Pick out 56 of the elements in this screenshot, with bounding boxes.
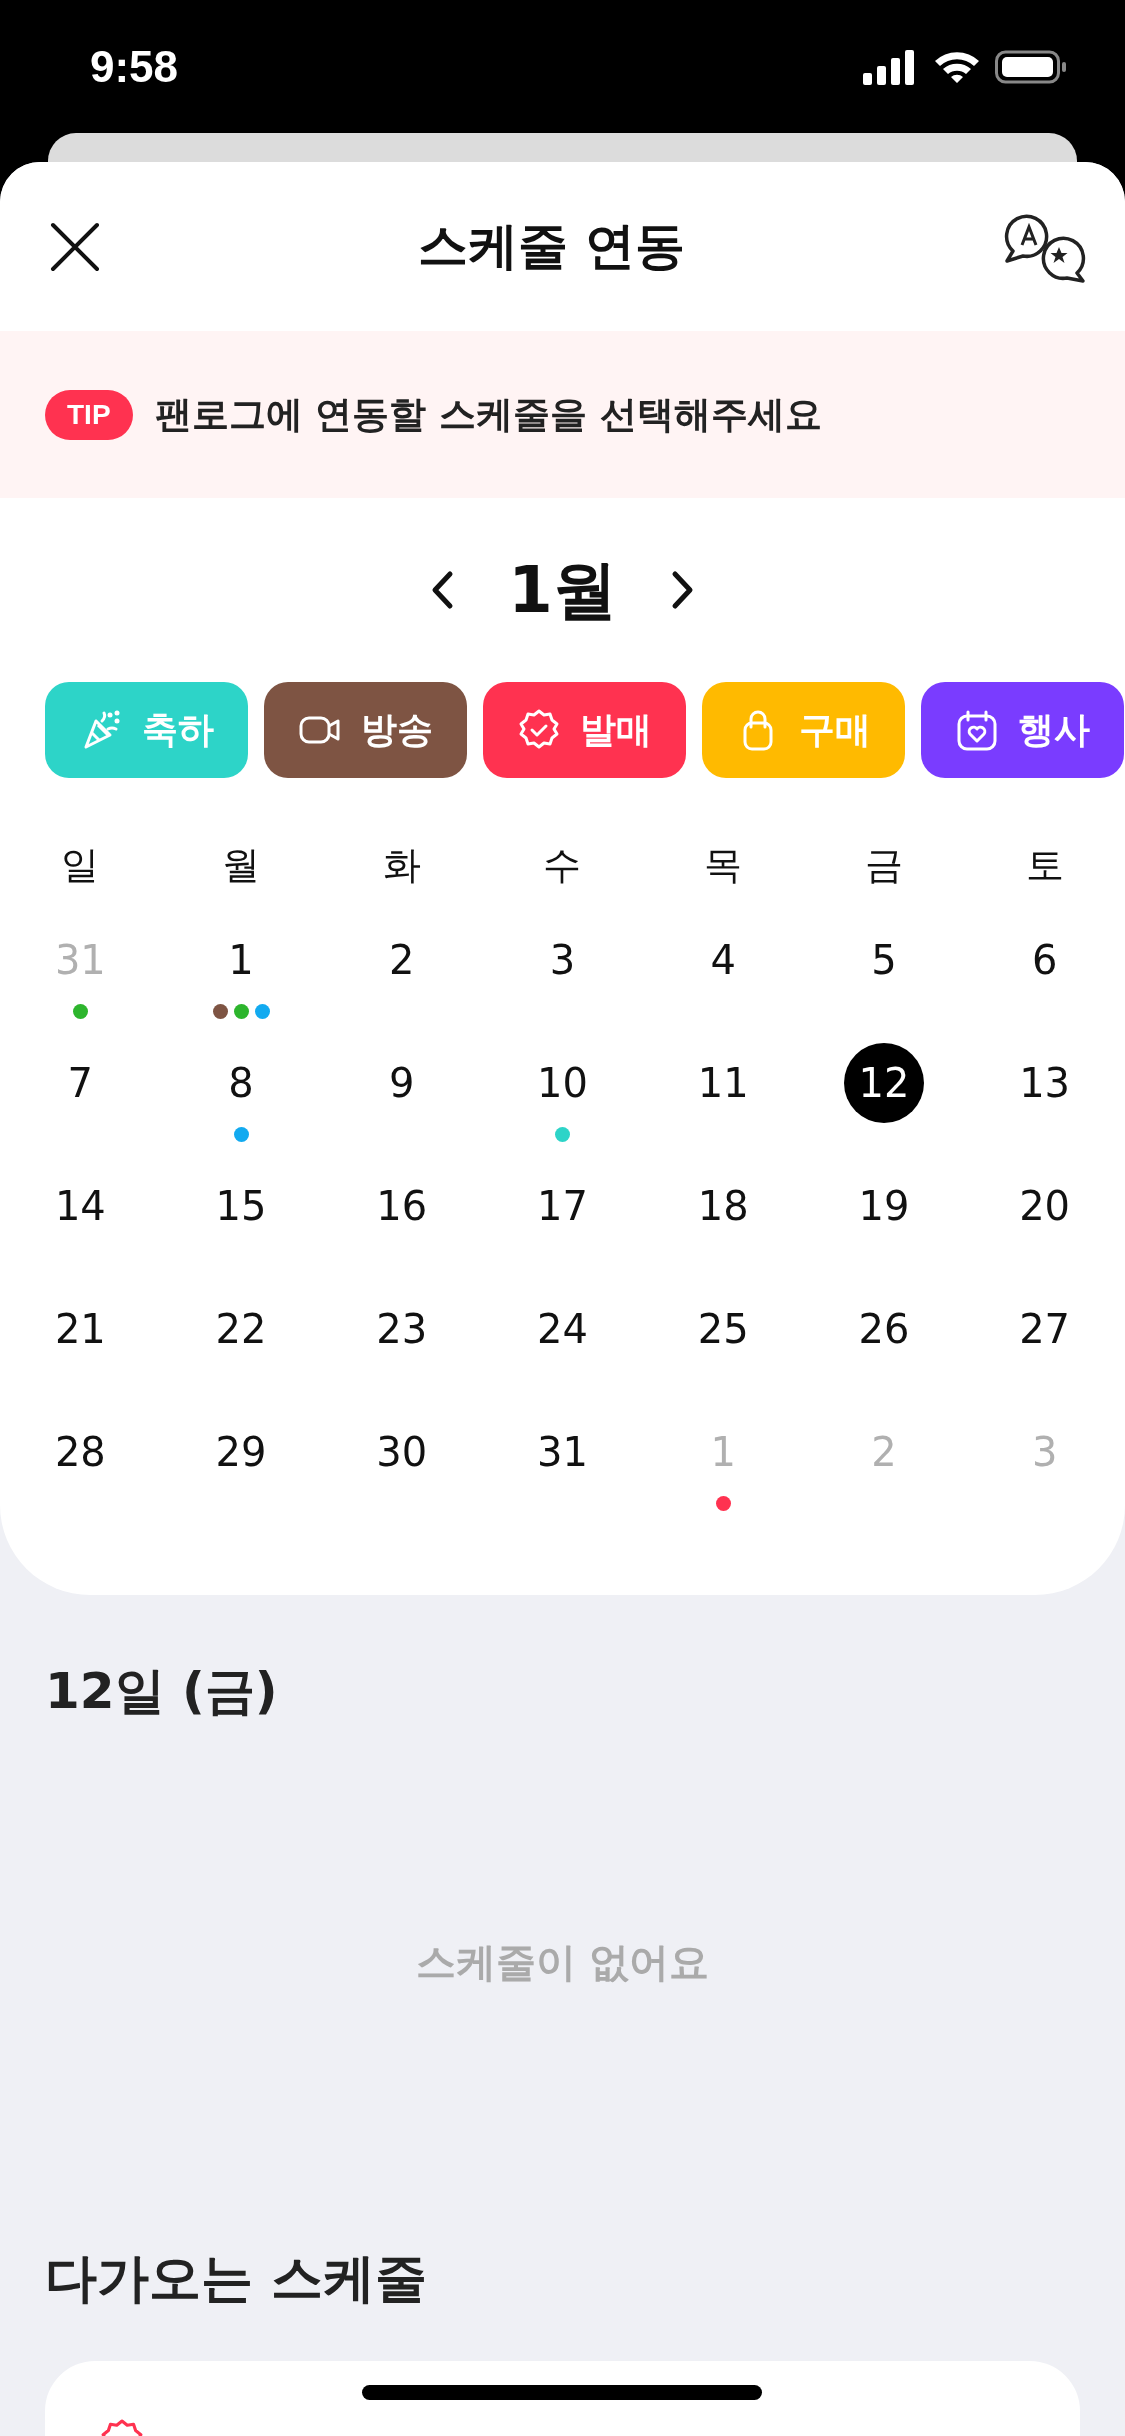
- date-number[interactable]: 23: [361, 1289, 442, 1369]
- date-number[interactable]: 14: [40, 1166, 121, 1246]
- calendar-heart-icon: [955, 709, 998, 751]
- date-number[interactable]: 11: [683, 1043, 764, 1123]
- date-number[interactable]: 3: [522, 920, 603, 1000]
- date-number[interactable]: 1: [201, 920, 282, 1000]
- tip-badge: TIP: [45, 389, 133, 440]
- date-number[interactable]: 31: [522, 1412, 603, 1492]
- battery-icon: [995, 48, 1067, 85]
- close-icon: [50, 221, 100, 272]
- category-chip[interactable]: 방송: [264, 682, 467, 778]
- chevron-right-icon: [670, 570, 695, 610]
- tip-text: 팬로그에 연동할 스케줄을 선택해주세요: [154, 391, 823, 438]
- badge-check-icon: [517, 709, 560, 751]
- date-number[interactable]: 28: [40, 1412, 121, 1492]
- date-number[interactable]: 22: [201, 1289, 282, 1369]
- date-number[interactable]: 29: [201, 1412, 282, 1492]
- date-number[interactable]: 12: [843, 1043, 924, 1123]
- date-number[interactable]: 2: [361, 920, 442, 1000]
- date-number[interactable]: 9: [361, 1043, 442, 1123]
- category-chip[interactable]: 행사: [921, 682, 1124, 778]
- sheet-title: 스케줄 연동: [417, 216, 686, 277]
- date-number[interactable]: 6: [1004, 920, 1085, 1000]
- section-heading: 다가오는 스케줄: [45, 2247, 428, 2310]
- date-number[interactable]: 10: [522, 1043, 603, 1123]
- month-title: 1월: [508, 551, 617, 629]
- category-chip[interactable]: 발매: [483, 682, 686, 778]
- weekday-label: 월: [222, 842, 261, 889]
- date-number[interactable]: 26: [843, 1289, 924, 1369]
- date-number[interactable]: 7: [40, 1043, 121, 1123]
- weekday-label: 토: [1025, 842, 1064, 889]
- day-heading: 12일 (금): [45, 1661, 278, 1722]
- date-number[interactable]: 4: [683, 920, 764, 1000]
- date-number[interactable]: 21: [40, 1289, 121, 1369]
- date-number[interactable]: 27: [1004, 1289, 1085, 1369]
- clock-time: 9:58: [90, 41, 179, 92]
- date-number[interactable]: 25: [683, 1289, 764, 1369]
- date-number[interactable]: 20: [1004, 1166, 1085, 1246]
- weekday-label: 수: [543, 842, 582, 889]
- date-number[interactable]: 17: [522, 1166, 603, 1246]
- date-number[interactable]: 24: [522, 1289, 603, 1369]
- close-button[interactable]: [50, 221, 100, 272]
- weekday-label: 화: [382, 842, 421, 889]
- date-number[interactable]: 15: [201, 1166, 282, 1246]
- weekday-label: 목: [704, 842, 743, 889]
- date-number[interactable]: 13: [1004, 1043, 1085, 1123]
- date-number[interactable]: 16: [361, 1166, 442, 1246]
- date-number[interactable]: 18: [683, 1166, 764, 1246]
- date-number[interactable]: 8: [201, 1043, 282, 1123]
- date-number[interactable]: 30: [361, 1412, 442, 1492]
- empty-message: 스케줄이 없어요: [415, 1938, 710, 1987]
- date-number[interactable]: 5: [843, 920, 924, 1000]
- weekday-label: 금: [864, 842, 903, 889]
- chevron-left-icon: [430, 570, 455, 610]
- weekday-label: 일: [61, 842, 100, 889]
- date-number[interactable]: 19: [843, 1166, 924, 1246]
